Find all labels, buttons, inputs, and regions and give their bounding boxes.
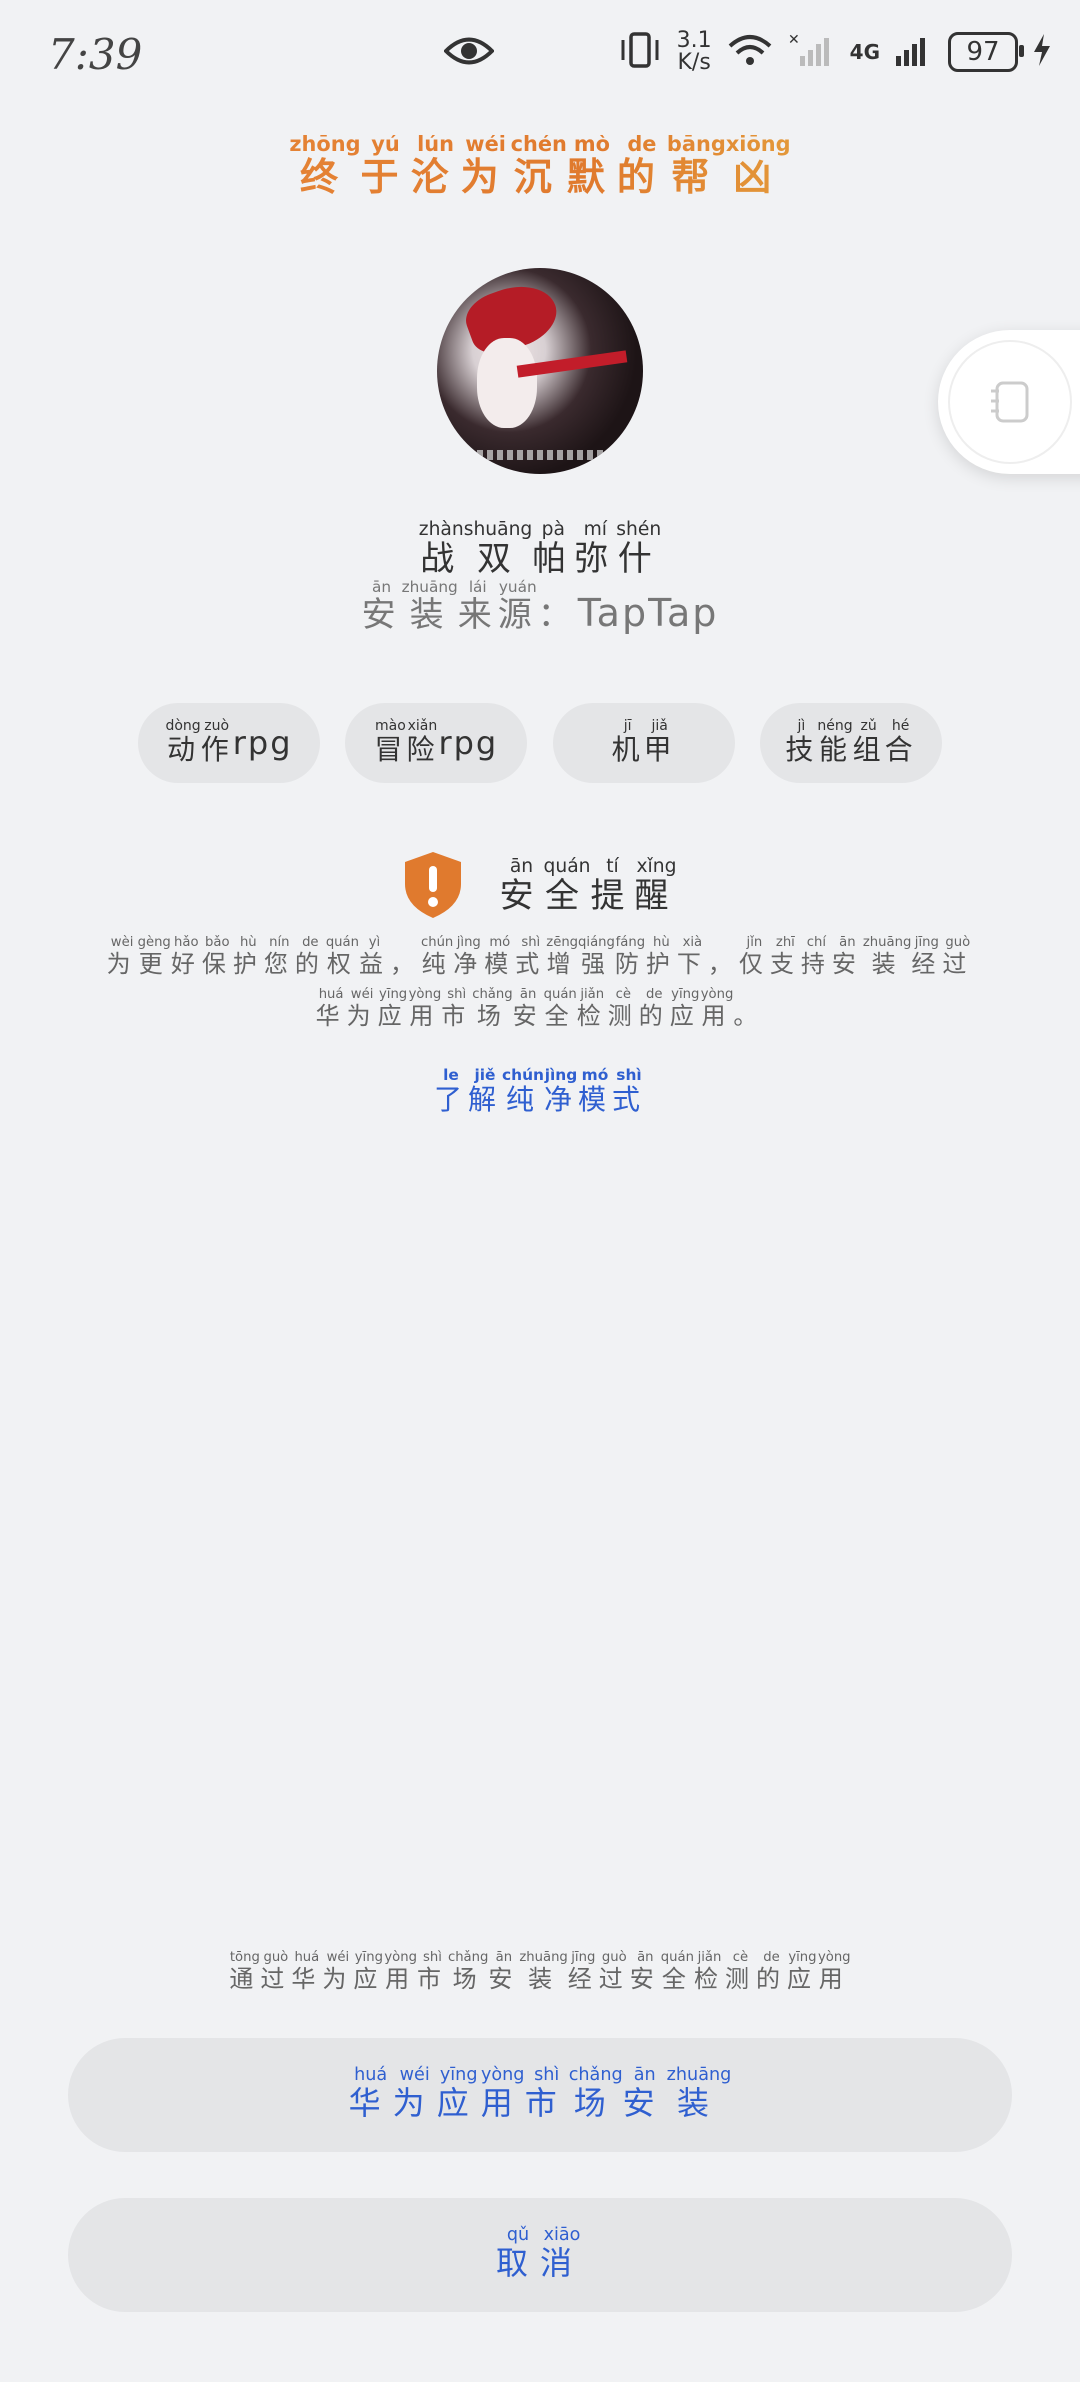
install-source: 安ān装zhuāng来lái源yuán：TapTap: [0, 578, 1080, 636]
battery-icon: 97: [948, 32, 1024, 72]
status-bar: 7:39 3.1 K/s ✕ 4G 97: [0, 0, 1080, 110]
shield-icon: [401, 850, 465, 924]
status-time: 7:39: [48, 30, 143, 79]
vibrate-icon: [617, 32, 663, 72]
tag-item: 机jī甲jiǎ: [552, 703, 735, 783]
install-note: 通tōng过guò华huá为wéi应yīng用yòng市shì场chǎng安ān…: [229, 1950, 851, 1993]
floating-assistant-button[interactable]: [938, 330, 1080, 474]
app-icon: [437, 268, 643, 474]
tag-item: 动dòng作zuò rpg: [138, 703, 320, 783]
install-source-value: TapTap: [577, 591, 719, 635]
notebook-icon: [948, 340, 1072, 464]
install-source-label: 安ān装zhuāng来lái源yuán：: [361, 578, 578, 635]
signal-icon: [894, 32, 934, 72]
app-name: 战zhàn双shuāng帕pà弥mí什shén: [418, 519, 662, 579]
network-type: 4G: [849, 40, 880, 64]
network-speed: 3.1 K/s: [677, 30, 712, 74]
security-line-1: 为wèi更gèng好hǎo保bǎo护hù您nín的de权quán益yì，纯chú…: [106, 935, 974, 978]
speed-unit: K/s: [677, 50, 711, 75]
security-title: 安ān全quán提tí醒xǐng: [499, 856, 679, 916]
tag-item: 冒mào险xiǎn rpg: [345, 703, 528, 783]
page-heading: 终zhōng于yú沦lún为wéi沉chén默mò的de帮bāng凶xiōng: [0, 135, 1080, 201]
eye-icon: [443, 34, 495, 72]
wifi-icon: [726, 32, 774, 72]
security-line-2: 华huá为wéi应yīng用yòng市shì场chǎng安ān全quán检jiǎ…: [315, 987, 765, 1030]
security-header: 安ān全quán提tí醒xǐng: [0, 850, 1080, 924]
signal-icon: ✕: [788, 32, 836, 72]
status-icons: 3.1 K/s ✕ 4G 97: [617, 30, 1052, 74]
security-description: 为wèi更gèng好hǎo保bǎo护hù您nín的de权quán益yì，纯chú…: [70, 935, 1010, 1039]
tag-list: 动dòng作zuò rpg 冒mào险xiǎn rpg 机jī甲jiǎ 技jì能né…: [138, 703, 942, 783]
learn-pure-mode-link[interactable]: 了le解jiě纯chún净jìng模mó式shì: [0, 1066, 1080, 1118]
svg-text:✕: ✕: [788, 32, 800, 48]
tag-item: 技jì能néng组zǔ合hé: [759, 703, 942, 783]
cancel-button[interactable]: 取qǔ消xiāo: [68, 2198, 1012, 2312]
charging-icon: [1032, 32, 1052, 72]
huawei-appgallery-install-button[interactable]: 华huá为wéi应yīng用yòng市shì场chǎng安ān装zhuāng: [68, 2038, 1012, 2152]
battery-level: 97: [966, 37, 1000, 67]
